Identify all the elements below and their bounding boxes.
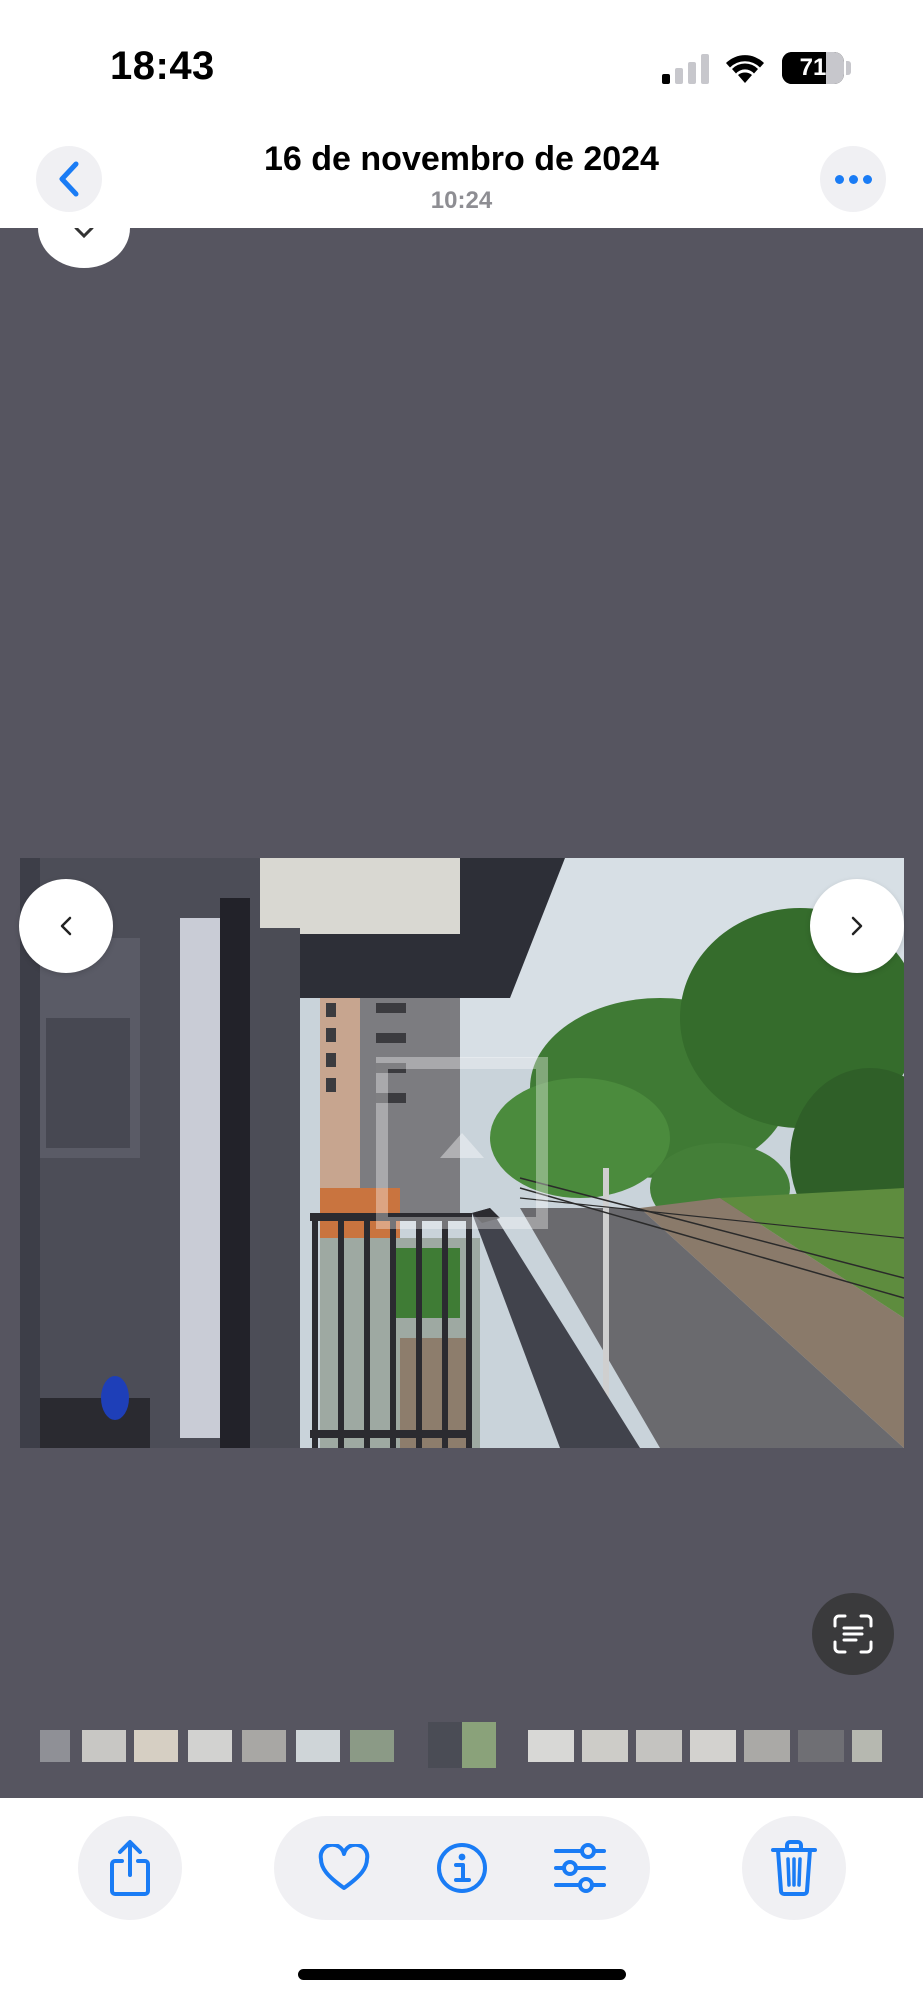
heart-icon	[318, 1844, 370, 1890]
chevron-left-icon	[59, 161, 79, 197]
thumbnail[interactable]	[636, 1730, 682, 1762]
photo-time-subtitle: 10:24	[430, 187, 493, 214]
thumbnail[interactable]	[242, 1730, 286, 1762]
share-button[interactable]	[78, 1816, 182, 1920]
delete-button[interactable]	[742, 1816, 846, 1920]
chevron-left-icon	[60, 916, 72, 936]
thumbnail[interactable]	[690, 1730, 736, 1762]
thumbnail[interactable]	[744, 1730, 790, 1762]
battery-icon: 71	[782, 52, 844, 84]
thumbnail[interactable]	[296, 1730, 340, 1762]
thumbnail-active[interactable]	[428, 1722, 496, 1768]
next-photo-button[interactable]	[810, 879, 904, 973]
info-icon	[437, 1843, 487, 1893]
thumbnail[interactable]	[40, 1730, 70, 1762]
thumbnail[interactable]	[582, 1730, 628, 1762]
thumbnail-filmstrip[interactable]	[0, 1722, 923, 1772]
close-button[interactable]	[38, 228, 130, 268]
more-options-button[interactable]	[820, 146, 886, 212]
close-icon	[74, 228, 94, 239]
home-indicator[interactable]	[298, 1969, 626, 1980]
wifi-icon	[726, 55, 764, 83]
share-icon	[110, 1840, 150, 1896]
thumbnail[interactable]	[350, 1730, 394, 1762]
photo-viewer[interactable]	[0, 228, 923, 1798]
edit-adjust-button[interactable]	[550, 1838, 610, 1898]
cellular-signal-icon	[662, 54, 710, 84]
photo[interactable]	[20, 858, 904, 1448]
photo-actions-group	[274, 1816, 650, 1920]
status-bar: 18:43 71	[0, 0, 923, 135]
previous-photo-button[interactable]	[19, 879, 113, 973]
ellipsis-icon	[834, 174, 844, 184]
thumbnail[interactable]	[82, 1730, 126, 1762]
thumbnail[interactable]	[528, 1730, 574, 1762]
battery-tip	[846, 61, 851, 75]
info-button[interactable]	[432, 1838, 492, 1898]
back-button[interactable]	[36, 146, 102, 212]
adjust-sliders-icon	[554, 1843, 606, 1893]
thumbnail[interactable]	[798, 1730, 844, 1762]
balcony-photo-image	[20, 858, 904, 1448]
bottom-toolbar	[0, 1798, 923, 2000]
thumbnail[interactable]	[134, 1730, 178, 1762]
live-text-button[interactable]	[812, 1593, 894, 1675]
live-text-scan-icon	[833, 1614, 873, 1654]
photo-date-title: 16 de novembro de 2024	[264, 140, 659, 178]
status-time: 18:43	[110, 44, 215, 88]
battery-percent: 71	[799, 54, 827, 81]
thumbnail[interactable]	[188, 1730, 232, 1762]
trash-icon	[771, 1840, 817, 1896]
favorite-button[interactable]	[314, 1838, 374, 1898]
thumbnail[interactable]	[852, 1730, 882, 1762]
chevron-right-icon	[851, 916, 863, 936]
